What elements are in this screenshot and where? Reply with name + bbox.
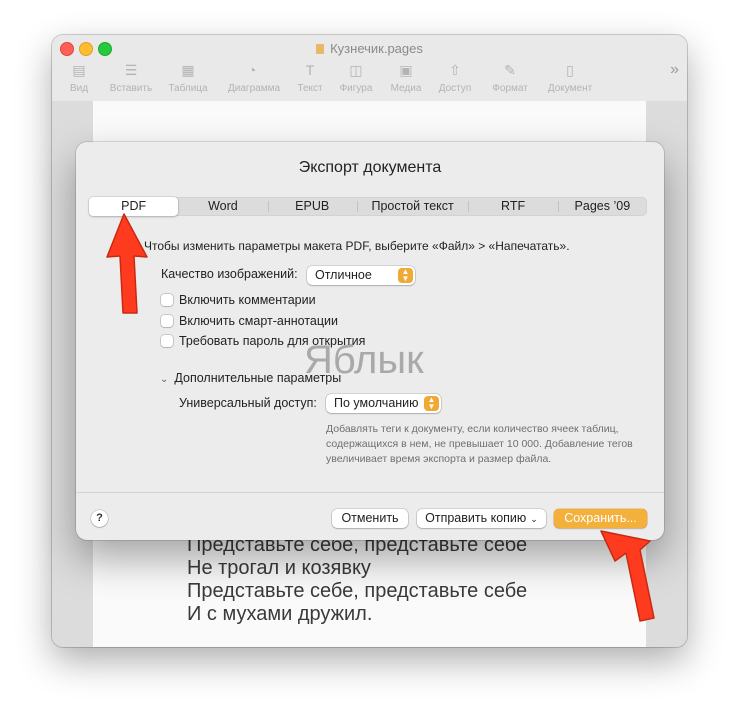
toolbar-label: Таблица: [168, 83, 208, 94]
toolbar-chart[interactable]: ◔ Диаграмма: [228, 61, 281, 94]
include-smart-annotations-checkbox[interactable]: Включить смарт-аннотации: [161, 314, 338, 328]
text-line: И с мухами дружил.: [187, 603, 373, 625]
checkbox-label: Включить комментарии: [179, 293, 316, 307]
document-text: Представьте себе, представьте себе Не тр…: [187, 534, 527, 626]
send-copy-label: Отправить копию: [425, 511, 527, 525]
cancel-button[interactable]: Отменить: [332, 509, 408, 528]
image-quality-label: Качество изображений:: [161, 267, 298, 281]
window-title: Кузнечик.pages: [52, 41, 687, 56]
accessibility-popup[interactable]: По умолчанию ▲ ▼: [326, 394, 441, 413]
toolbar-label: Доступ: [438, 83, 472, 94]
pages-document-icon: [316, 44, 325, 54]
chevron-up-down-icon: ▲ ▼: [424, 396, 439, 411]
toolbar-label: Диаграмма: [228, 83, 281, 94]
toolbar-insert[interactable]: ☰ Вставить: [107, 61, 155, 94]
toolbar-document[interactable]: ▯ Документ: [546, 61, 594, 94]
tab-word[interactable]: Word: [178, 197, 267, 216]
text-line: Не трогал и козявку: [187, 557, 371, 579]
media-icon: ▣: [399, 62, 413, 78]
shape-icon: ◫: [349, 62, 363, 78]
checkbox-box[interactable]: [161, 294, 173, 306]
chevron-down-icon: ⌄: [530, 514, 538, 524]
format-tabs: PDF Word EPUB Простой текст RTF Pages ’0…: [89, 197, 647, 216]
text-icon: T: [305, 62, 315, 78]
include-comments-checkbox[interactable]: Включить комментарии: [161, 293, 316, 307]
toolbar-share[interactable]: ⇧ Доступ: [431, 61, 479, 94]
checkbox-box[interactable]: [161, 315, 173, 327]
tab-rtf[interactable]: RTF: [468, 197, 557, 216]
toolbar-format[interactable]: ✎ Формат: [486, 61, 534, 94]
insert-icon: ☰: [124, 62, 138, 78]
image-quality-value: Отличное: [315, 268, 372, 282]
toolbar-label: Вид: [69, 83, 89, 94]
tagging-note: Добавлять теги к документу, если количес…: [326, 423, 633, 465]
sidebar-icon: ▤: [72, 62, 86, 78]
titlebar: Кузнечик.pages ▤ Вид ☰ Вставить ▦ Таблица ◔…: [52, 35, 687, 102]
tab-epub[interactable]: EPUB: [267, 197, 357, 216]
accessibility-value: По умолчанию: [334, 396, 419, 410]
watermark-logo: Яблык: [304, 338, 424, 382]
accessibility-label: Универсальный доступ:: [179, 396, 317, 410]
document-icon: ▯: [566, 62, 574, 78]
send-copy-button[interactable]: Отправить копию ⌄: [417, 509, 546, 528]
toolbar-label: Вставить: [109, 83, 153, 94]
save-button[interactable]: Сохранить...: [554, 509, 647, 528]
chevron-down-icon: ⌄: [160, 374, 169, 385]
pdf-layout-hint: Чтобы изменить параметры макета PDF, выб…: [144, 239, 570, 253]
table-icon: ▦: [181, 62, 195, 78]
format-icon: ✎: [504, 62, 516, 78]
toolbar-media[interactable]: ▣ Медиа: [382, 61, 430, 94]
toolbar-table[interactable]: ▦ Таблица: [164, 61, 212, 94]
chevron-up-down-icon: ▲ ▼: [398, 268, 413, 283]
text-line: Представьте себе, представьте себе: [187, 580, 528, 602]
toolbar-overflow-icon[interactable]: »: [670, 61, 679, 79]
tab-pdf[interactable]: PDF: [89, 197, 179, 216]
toolbar-view[interactable]: ▤ Вид: [55, 61, 103, 94]
dialog-divider: [76, 492, 664, 493]
help-button[interactable]: ?: [91, 510, 108, 527]
toolbar-shape[interactable]: ◫ Фигура: [332, 61, 380, 94]
tab-plain-text[interactable]: Простой текст: [356, 197, 469, 216]
chart-icon: ◔: [247, 62, 257, 78]
toolbar-text[interactable]: T Текст: [286, 61, 334, 94]
image-quality-popup[interactable]: Отличное ▲ ▼: [307, 266, 415, 285]
toolbar-label: Текст: [297, 83, 323, 94]
tab-pages-09[interactable]: Pages ’09: [557, 197, 647, 216]
toolbar-label: Формат: [492, 83, 528, 94]
dialog-title: Экспорт документа: [298, 159, 442, 176]
window-title-text: Кузнечик.pages: [330, 41, 423, 56]
share-icon: ⇧: [449, 62, 461, 78]
checkbox-box[interactable]: [161, 335, 173, 347]
toolbar-label: Медиа: [390, 83, 422, 94]
toolbar-label: Фигура: [339, 83, 373, 94]
toolbar-label: Документ: [547, 83, 593, 94]
checkbox-label: Включить смарт-аннотации: [179, 314, 339, 328]
